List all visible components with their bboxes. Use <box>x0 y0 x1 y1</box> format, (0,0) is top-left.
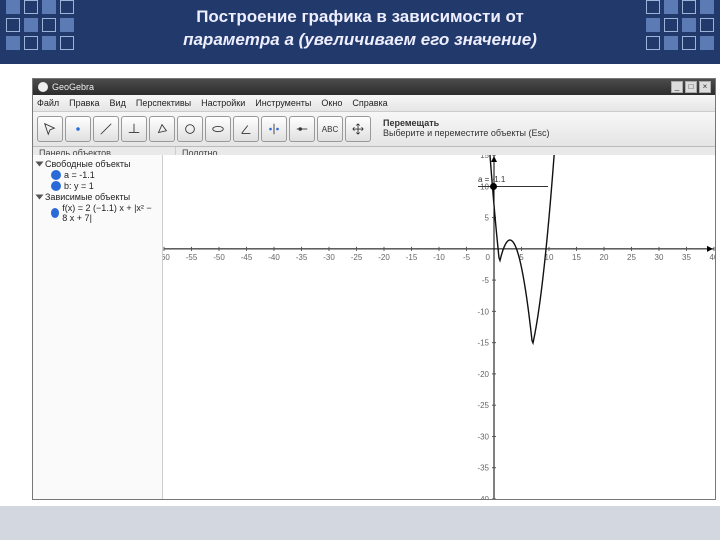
svg-text:-35: -35 <box>477 464 489 473</box>
graphics-view[interactable]: -60-55-50-45-40-35-30-25-20-15-10-551015… <box>163 155 715 499</box>
menu-file[interactable]: Файл <box>37 98 59 108</box>
maximize-icon[interactable]: □ <box>685 81 697 93</box>
tool-angle[interactable] <box>233 116 259 142</box>
svg-text:-5: -5 <box>463 253 471 262</box>
window-title: GeoGebra <box>52 82 94 92</box>
tool-point[interactable] <box>65 116 91 142</box>
svg-text:-40: -40 <box>477 495 489 499</box>
svg-text:-60: -60 <box>163 253 170 262</box>
obj-a[interactable]: a = -1.1 <box>37 170 158 180</box>
obj-f[interactable]: f(x) = 2 (−1.1) x + |x² − 8 x + 7| <box>37 203 158 223</box>
slider-track[interactable] <box>478 186 548 187</box>
algebra-view[interactable]: Свободные объекты a = -1.1 b: y = 1 Зави… <box>33 155 163 499</box>
plot-svg: -60-55-50-45-40-35-30-25-20-15-10-551015… <box>163 155 715 499</box>
slider-a[interactable]: a = -1.1 <box>478 175 548 187</box>
svg-text:-10: -10 <box>477 307 489 316</box>
svg-text:-30: -30 <box>477 432 489 441</box>
svg-text:-20: -20 <box>477 370 489 379</box>
tool-ellipse[interactable] <box>205 116 231 142</box>
tool-movegraphics[interactable] <box>345 116 371 142</box>
tool-text[interactable]: ABC <box>317 116 343 142</box>
menu-edit[interactable]: Правка <box>69 98 99 108</box>
window-titlebar[interactable]: GeoGebra × □ _ <box>33 79 715 95</box>
tree-dep[interactable]: Зависимые объекты <box>37 192 158 202</box>
menu-tools[interactable]: Инструменты <box>255 98 311 108</box>
tool-polygon[interactable] <box>149 116 175 142</box>
svg-text:-5: -5 <box>482 276 490 285</box>
svg-text:-25: -25 <box>477 401 489 410</box>
tool-move[interactable] <box>37 116 63 142</box>
tool-circle[interactable] <box>177 116 203 142</box>
tool-slider[interactable] <box>289 116 315 142</box>
svg-text:25: 25 <box>627 253 636 262</box>
svg-text:5: 5 <box>485 214 490 223</box>
svg-text:-45: -45 <box>241 253 253 262</box>
svg-text:-50: -50 <box>213 253 225 262</box>
obj-b[interactable]: b: y = 1 <box>37 181 158 191</box>
deco-squares-left <box>6 0 74 50</box>
svg-text:20: 20 <box>600 253 609 262</box>
slide-footer <box>0 506 720 540</box>
minimize-icon[interactable]: _ <box>671 81 683 93</box>
svg-text:30: 30 <box>655 253 664 262</box>
menu-help[interactable]: Справка <box>352 98 387 108</box>
app-icon <box>38 82 48 92</box>
menu-view[interactable]: Вид <box>110 98 126 108</box>
svg-text:15: 15 <box>572 253 581 262</box>
menu-settings[interactable]: Настройки <box>201 98 245 108</box>
svg-text:40: 40 <box>710 253 715 262</box>
menu-window[interactable]: Окно <box>321 98 342 108</box>
tree-free[interactable]: Свободные объекты <box>37 159 158 169</box>
toolbar: ABC ПеремещатьВыберите и переместите объ… <box>33 112 715 147</box>
deco-squares-right <box>646 0 714 50</box>
tool-description: ПеремещатьВыберите и переместите объекты… <box>383 119 550 139</box>
svg-text:-15: -15 <box>406 253 418 262</box>
svg-text:-25: -25 <box>351 253 363 262</box>
svg-text:0: 0 <box>486 253 491 262</box>
tool-line[interactable] <box>93 116 119 142</box>
svg-text:-35: -35 <box>296 253 308 262</box>
svg-text:-40: -40 <box>268 253 280 262</box>
geogebra-window: GeoGebra × □ _ Файл Правка Вид Перспекти… <box>32 78 716 500</box>
svg-text:-20: -20 <box>378 253 390 262</box>
slider-handle[interactable] <box>490 183 497 190</box>
svg-text:35: 35 <box>682 253 691 262</box>
close-icon[interactable]: × <box>699 81 711 93</box>
svg-text:-10: -10 <box>433 253 445 262</box>
slide-title: Построение графика в зависимости от пара… <box>0 6 720 52</box>
svg-text:-30: -30 <box>323 253 335 262</box>
svg-text:15: 15 <box>480 155 489 160</box>
menu-bar: Файл Правка Вид Перспективы Настройки Ин… <box>33 95 715 112</box>
tool-reflect[interactable] <box>261 116 287 142</box>
svg-text:-55: -55 <box>186 253 198 262</box>
tool-perpendicular[interactable] <box>121 116 147 142</box>
svg-text:-15: -15 <box>477 339 489 348</box>
menu-perspectives[interactable]: Перспективы <box>136 98 191 108</box>
slide-header: Построение графика в зависимости от пара… <box>0 0 720 64</box>
